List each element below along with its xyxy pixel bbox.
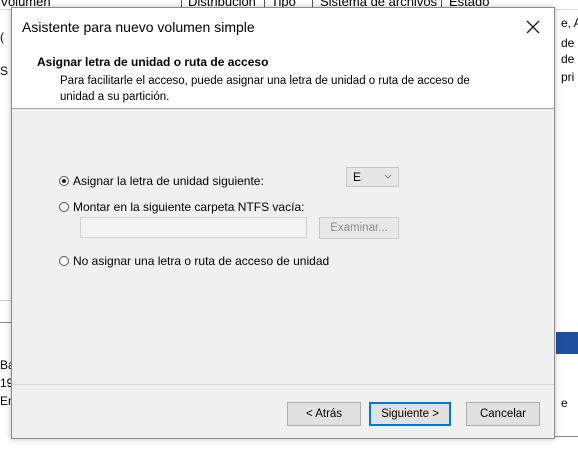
- background-disk-bar: [556, 332, 578, 354]
- background-row-fragment: de: [561, 36, 575, 50]
- assign-letter-radio[interactable]: [59, 176, 69, 186]
- no-assign-option[interactable]: No asignar una letra o ruta de acceso de…: [59, 254, 329, 268]
- no-assign-radio[interactable]: [59, 256, 69, 266]
- background-row-fragment: de e: [561, 52, 578, 66]
- close-icon: [526, 20, 540, 34]
- no-assign-label[interactable]: No asignar una letra o ruta de acceso de…: [73, 254, 329, 268]
- background-divider: [0, 322, 11, 323]
- mount-folder-option[interactable]: Montar en la siguiente carpeta NTFS vací…: [59, 200, 304, 214]
- mount-folder-label[interactable]: Montar en la siguiente carpeta NTFS vací…: [73, 200, 304, 214]
- dialog-titlebar[interactable]: Asistente para nuevo volumen simple: [12, 8, 554, 46]
- new-simple-volume-wizard: Asistente para nuevo volumen simple Asig…: [11, 7, 555, 439]
- background-row-fragment: pri: [561, 70, 575, 84]
- footer-divider: [12, 384, 554, 385]
- assign-letter-label[interactable]: Asignar la letra de unidad siguiente:: [73, 174, 264, 188]
- dialog-title: Asistente para nuevo volumen simple: [22, 19, 255, 35]
- drive-letter-select[interactable]: E: [346, 167, 399, 187]
- next-button[interactable]: Siguiente >: [369, 402, 451, 426]
- background-row-fragment: e, Ar: [561, 16, 578, 30]
- background-disk-fragment: e: [561, 396, 568, 410]
- background-row-fragment: (: [0, 30, 4, 44]
- wizard-step-description: Para facilitarle el acceso, puede asigna…: [60, 75, 470, 103]
- drive-letter-value: E: [353, 170, 362, 184]
- wizard-header: Asignar letra de unidad o ruta de acceso…: [12, 46, 554, 109]
- background-row-fragment: S: [0, 64, 9, 78]
- back-button[interactable]: < Atrás: [287, 402, 361, 426]
- wizard-step-title: Asignar letra de unidad o ruta de acceso: [37, 55, 269, 69]
- browse-button[interactable]: Examinar...: [319, 217, 399, 239]
- assign-letter-option[interactable]: Asignar la letra de unidad siguiente:: [59, 174, 264, 188]
- background-divider: [0, 300, 11, 301]
- mount-folder-radio[interactable]: [59, 202, 69, 212]
- close-button[interactable]: [518, 14, 548, 40]
- chevron-down-icon: [384, 174, 392, 179]
- cancel-button[interactable]: Cancelar: [466, 402, 540, 426]
- folder-path-input[interactable]: [80, 217, 307, 238]
